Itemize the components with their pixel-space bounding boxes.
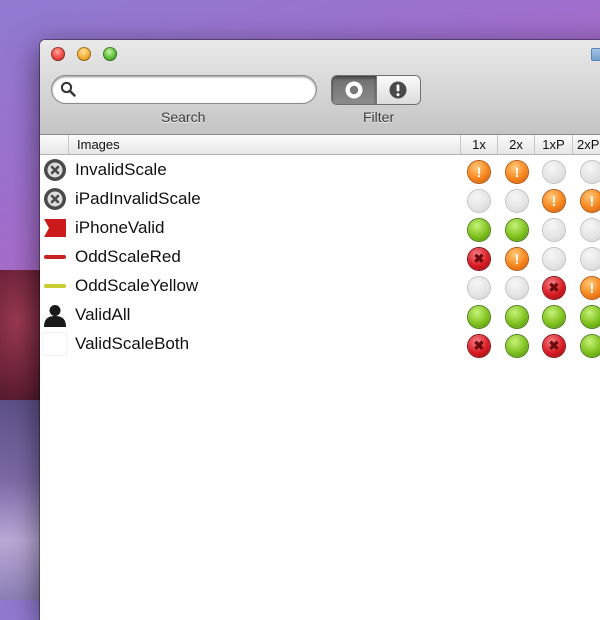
column-header-1x[interactable]: 1x: [460, 135, 497, 154]
status-ok-icon-2x: [506, 335, 528, 357]
image-name: OddScaleYellow: [75, 276, 199, 295]
filter-segmented-control[interactable]: [332, 76, 420, 104]
zoom-window-button[interactable]: [103, 47, 117, 61]
status-ok-icon-2xp: [581, 306, 600, 328]
status-ok-icon-1x: [468, 219, 490, 241]
column-header-1xp[interactable]: 1xP: [534, 135, 572, 154]
table-row[interactable]: InvalidScale!!: [40, 155, 600, 184]
table-row[interactable]: ValidAll: [40, 300, 600, 329]
status-none-icon-2xp: [581, 248, 600, 270]
toolbar: Search Filter: [40, 40, 600, 135]
status-ok-icon-2x: [506, 219, 528, 241]
yellow-bar-icon: [42, 274, 68, 298]
status-none-icon-1xp: [543, 161, 565, 183]
status-warn-icon-2xp: !: [581, 277, 600, 299]
table-row[interactable]: ValidScaleBoth ✖ ✖: [40, 329, 600, 358]
status-ok-icon-2x: [506, 306, 528, 328]
status-ok-icon-1xp: [543, 306, 565, 328]
table-row[interactable]: OddScaleRed ✖!: [40, 242, 600, 271]
table-header: Images 1x 2x 1xP 2xP: [40, 135, 600, 155]
search-field[interactable]: [52, 76, 316, 103]
status-warn-icon-1x: !: [468, 161, 490, 183]
status-warn-icon-2x: !: [506, 248, 528, 270]
red-flag-icon: [42, 216, 68, 240]
app-window: Search Filter Images 1x 2x 1xP 2xP Inval…: [40, 40, 600, 620]
person-silhouette-icon: [42, 303, 68, 327]
column-header-2xp[interactable]: 2xP: [572, 135, 600, 154]
exclamation-icon: [389, 81, 407, 99]
status-warn-icon-2x: !: [506, 161, 528, 183]
search-input[interactable]: [80, 79, 310, 101]
status-warn-icon-1xp: !: [543, 190, 565, 212]
search-label: Search: [161, 109, 206, 125]
status-err-icon-1xp: ✖: [543, 335, 565, 357]
status-err-icon-1xp: ✖: [543, 277, 565, 299]
table-row[interactable]: iPadInvalidScale!!: [40, 184, 600, 213]
image-name: OddScaleRed: [75, 247, 181, 266]
filter-label: Filter: [363, 109, 395, 125]
filter-warnings-button[interactable]: [375, 76, 420, 104]
column-header-icon[interactable]: [40, 135, 68, 154]
image-name: InvalidScale: [75, 160, 167, 179]
minimize-window-button[interactable]: [77, 47, 91, 61]
image-name: ValidScaleBoth: [75, 334, 190, 353]
image-name: iPhoneValid: [75, 218, 165, 237]
status-none-icon-1x: [468, 190, 490, 212]
status-err-icon-1x: ✖: [468, 335, 490, 357]
folder-icon[interactable]: [591, 48, 600, 61]
x-circle-icon: [42, 158, 68, 182]
x-circle-icon: [42, 187, 68, 211]
close-window-button[interactable]: [51, 47, 65, 61]
status-ok-icon-2xp: [581, 335, 600, 357]
filter-all-button[interactable]: [332, 76, 376, 104]
status-none-icon-1xp: [543, 248, 565, 270]
status-none-icon-1x: [468, 277, 490, 299]
blank-image-icon: [42, 332, 68, 356]
status-none-icon-1xp: [543, 219, 565, 241]
table-row[interactable]: iPhoneValid: [40, 213, 600, 242]
status-ok-icon-1x: [468, 306, 490, 328]
status-none-icon-2xp: [581, 219, 600, 241]
circle-icon: [345, 81, 363, 99]
status-none-icon-2x: [506, 277, 528, 299]
status-none-icon-2xp: [581, 161, 600, 183]
image-name: ValidAll: [75, 305, 131, 324]
column-header-images[interactable]: Images: [68, 135, 460, 154]
status-err-icon-1x: ✖: [468, 248, 490, 270]
image-table: InvalidScale!! iPadInvalidScale!! iPhoneVa…: [40, 155, 600, 358]
image-name: iPadInvalidScale: [75, 189, 201, 208]
status-none-icon-2x: [506, 190, 528, 212]
search-icon: [60, 81, 76, 97]
status-warn-icon-2xp: !: [581, 190, 600, 212]
table-row[interactable]: OddScaleYellow ✖!: [40, 271, 600, 300]
column-header-2x[interactable]: 2x: [497, 135, 534, 154]
red-bar-icon: [42, 245, 68, 269]
